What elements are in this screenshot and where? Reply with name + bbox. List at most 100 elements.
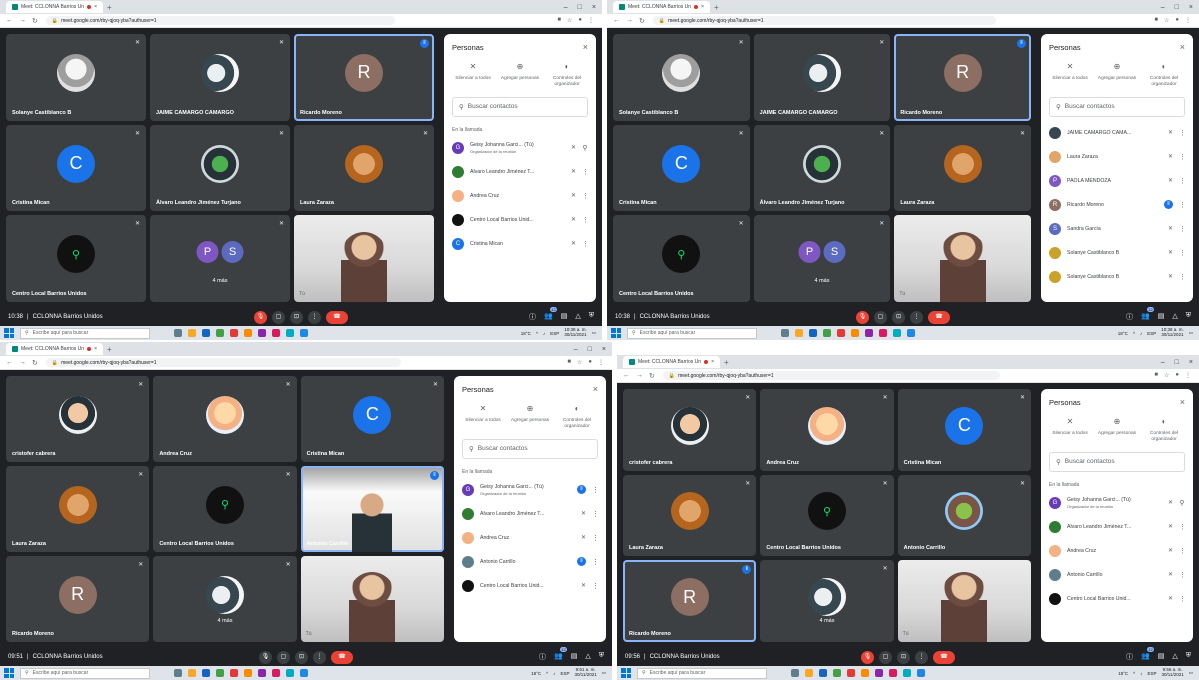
list-item[interactable]: G Geisy Johanna Garci... (Tú) Organizador … (444, 136, 596, 160)
present-button[interactable]: ⊡ (290, 310, 303, 324)
menu-dots-icon[interactable]: ⋮ (1185, 372, 1191, 379)
browser-tab[interactable]: Meet: CCLONNA Barrios Un × (6, 1, 103, 13)
windows-start-icon[interactable] (4, 328, 14, 338)
close-tab-icon[interactable]: × (711, 359, 714, 365)
menu-dots-icon[interactable]: ⋮ (588, 17, 594, 24)
new-tab-button[interactable]: + (724, 358, 729, 367)
list-item[interactable]: Andrea Cruz ✕ ⋮ (1041, 539, 1193, 563)
maximize-icon[interactable]: □ (1175, 4, 1179, 11)
mic-muted-icon[interactable]: ✕ (1168, 249, 1173, 256)
hang-up-button[interactable]: ☎ (933, 650, 955, 664)
mic-muted-icon[interactable]: ✕ (1168, 129, 1173, 136)
hang-up-button[interactable]: ☎ (326, 310, 348, 324)
camera-button[interactable]: ▢ (272, 310, 285, 324)
microphone-button[interactable]: 🎙 (259, 650, 272, 664)
minimize-icon[interactable]: – (564, 4, 568, 11)
notification-icon[interactable]: ▭ (592, 330, 596, 336)
star-icon[interactable]: ☆ (1164, 372, 1169, 379)
taskbar-app-icon[interactable] (791, 669, 799, 677)
more-options-button[interactable]: ⋮ (910, 310, 923, 324)
participant-tile[interactable]: R Ricardo Moreno ✕ (6, 556, 150, 642)
host-shield-icon[interactable]: ⛨ (1186, 312, 1191, 322)
minimize-icon[interactable]: – (1161, 359, 1165, 366)
close-icon[interactable]: × (1180, 397, 1185, 407)
taskbar-app-icon[interactable] (889, 669, 897, 677)
info-icon[interactable]: ⓘ (1126, 652, 1133, 662)
windows-start-icon[interactable] (621, 668, 631, 678)
panel-action-button[interactable]: ✕ Silenciar a todos (460, 404, 506, 431)
list-item[interactable]: Solanye Castiblanco B ✕ ⋮ (1041, 265, 1193, 289)
participant-tile[interactable]: C Cristina Mican ✕ (300, 376, 444, 462)
taskbar-app-icon[interactable] (847, 669, 855, 677)
participant-tile[interactable]: ⚲ Centro Local Barrios Unidos ✕ (613, 215, 750, 302)
participant-tile[interactable]: PS 4 más ✕ (150, 215, 290, 302)
taskbar-app-icon[interactable] (795, 329, 803, 337)
more-options-icon[interactable]: ⋮ (592, 510, 599, 518)
language-indicator[interactable]: ESP (1147, 331, 1156, 336)
taskbar-app-icon[interactable] (833, 669, 841, 677)
list-item[interactable]: Álvaro Leandro Jiménez T... ✕ ⋮ (454, 502, 606, 526)
participant-tile[interactable]: R Ricardo Moreno ⦀ (894, 34, 1031, 121)
taskbar-app-icon[interactable] (174, 669, 182, 677)
list-item[interactable]: Solanye Castiblanco B ✕ ⋮ (1041, 241, 1193, 265)
close-window-icon[interactable]: × (1189, 4, 1193, 11)
more-options-icon[interactable]: ⋮ (1179, 153, 1186, 161)
mic-muted-icon[interactable]: ✕ (581, 534, 586, 541)
participant-tile[interactable]: Laura Zaraza ✕ (623, 474, 757, 557)
microphone-button[interactable]: 🎙 (856, 310, 869, 324)
more-options-icon[interactable]: ⋮ (1179, 523, 1186, 531)
reload-icon[interactable]: ↻ (32, 17, 38, 25)
people-icon[interactable]: 👥 12 (544, 307, 557, 322)
participant-tile[interactable]: Andrea Cruz ✕ (153, 376, 297, 462)
activities-icon[interactable]: △ (585, 652, 590, 662)
forward-arrow-icon[interactable]: → (19, 17, 26, 25)
minimize-icon[interactable]: – (574, 346, 578, 353)
taskbar-app-icon[interactable] (837, 329, 845, 337)
activities-icon[interactable]: △ (1172, 652, 1177, 662)
more-options-button[interactable]: ⋮ (308, 310, 321, 324)
people-icon[interactable]: 👥 12 (554, 647, 567, 662)
more-options-icon[interactable]: ⋮ (582, 192, 589, 200)
panel-action-button[interactable]: ⊕ Agregar personas (497, 62, 543, 89)
participant-tile[interactable]: Tú (294, 215, 434, 302)
taskbar-app-icon[interactable] (781, 329, 789, 337)
panel-action-button[interactable]: ⊕ Agregar personas (1094, 417, 1140, 444)
panel-action-button[interactable]: ✕ Silenciar a todos (1047, 62, 1093, 89)
participant-tile[interactable]: ⚲ Centro Local Barrios Unidos ✕ (760, 474, 894, 557)
volume-icon[interactable]: ♪ (1140, 331, 1142, 336)
language-indicator[interactable]: ESP (1148, 671, 1157, 676)
language-indicator[interactable]: ESP (561, 671, 570, 676)
panel-action-button[interactable]: ⊕ Agregar personas (1094, 62, 1140, 89)
profile-icon[interactable]: ● (1175, 372, 1179, 379)
mic-muted-icon[interactable]: ✕ (1168, 153, 1173, 160)
taskbar-clock[interactable]: 10:38 a. m. 30/11/2021 (564, 327, 587, 338)
participant-tile[interactable]: Antonio Carrillo ✕ (897, 474, 1031, 557)
taskbar-app-icon[interactable] (188, 329, 196, 337)
list-item[interactable]: R Ricardo Moreno ⦀ ⋮ (1041, 193, 1193, 217)
camera-indicator-icon[interactable]: ■ (1154, 17, 1158, 24)
maximize-icon[interactable]: □ (1175, 359, 1179, 366)
back-arrow-icon[interactable]: ← (623, 372, 630, 380)
pin-icon[interactable]: ⚲ (1179, 499, 1185, 507)
participant-tile[interactable]: R Ricardo Moreno ⦀ (294, 34, 434, 121)
panel-action-button[interactable]: ✕ Silenciar a todos (450, 62, 496, 89)
reload-icon[interactable]: ↻ (639, 17, 645, 25)
participant-tile[interactable]: C Cristina Mican ✕ (6, 124, 146, 212)
taskbar-app-icon[interactable] (823, 329, 831, 337)
pin-icon[interactable]: ⚲ (582, 144, 588, 152)
taskbar-app-icon[interactable] (917, 669, 925, 677)
chat-icon[interactable]: ▤ (1158, 312, 1165, 322)
address-bar[interactable]: 🔒 meet.google.com/rby-qjoq-yba?authuser=1 (45, 358, 401, 367)
participant-tile[interactable]: Álvaro Leandro Jiménez Turjano ✕ (150, 124, 290, 212)
taskbar-app-icon[interactable] (286, 669, 294, 677)
participant-tile[interactable]: Tú (897, 560, 1031, 642)
mic-muted-icon[interactable]: ✕ (1168, 273, 1173, 280)
participant-tile[interactable]: Solanye Castiblanco B ✕ (613, 34, 750, 121)
taskbar-app-icon[interactable] (286, 329, 294, 337)
notification-icon[interactable]: ▭ (602, 670, 606, 676)
participant-tile[interactable]: 4 más ✕ (760, 560, 894, 642)
participant-tile[interactable]: C Cristina Mican ✕ (613, 124, 750, 212)
close-tab-icon[interactable]: × (94, 4, 97, 10)
participant-tile[interactable]: Laura Zaraza ✕ (894, 124, 1031, 212)
mic-muted-icon[interactable]: ✕ (1168, 499, 1173, 506)
